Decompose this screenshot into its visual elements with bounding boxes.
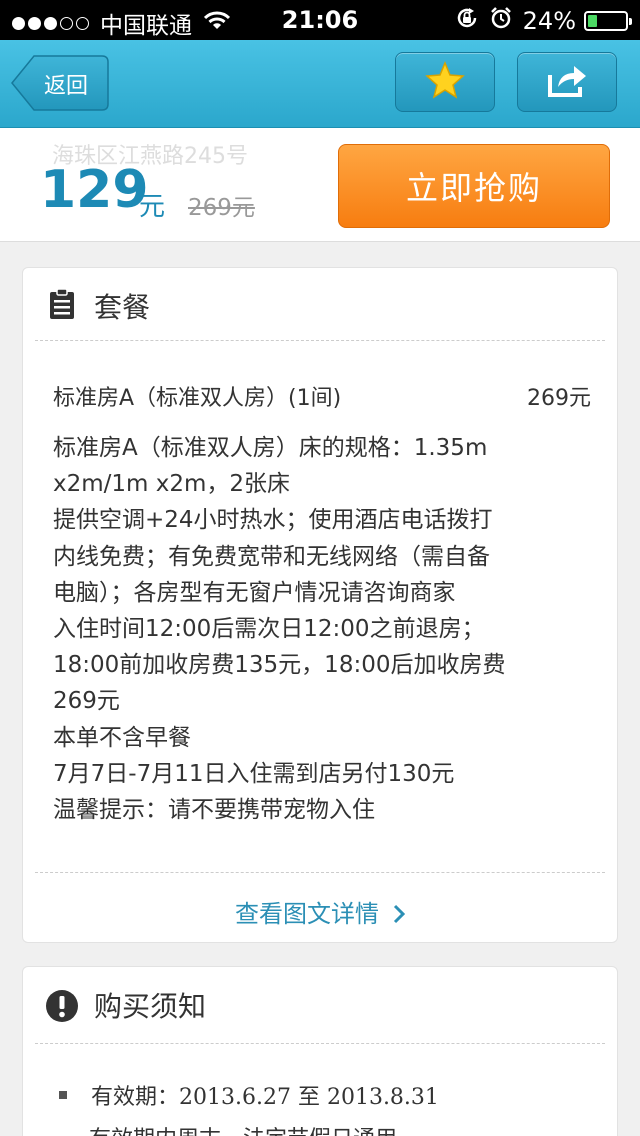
status-right: 24% bbox=[455, 6, 632, 36]
package-card: 套餐 标准房A（标准双人房）(1间) 269元 标准房A（标准双人房）床的规格：… bbox=[22, 267, 618, 943]
validity-text: 有效期：2013.6.27 至 2013.8.31 bbox=[91, 1085, 439, 1110]
buy-now-button[interactable]: 立即抢购 bbox=[338, 144, 610, 228]
view-details-link[interactable]: 查看图文详情 bbox=[23, 894, 617, 930]
package-title: 套餐 bbox=[94, 291, 151, 324]
bullet bbox=[59, 1091, 67, 1099]
package-description: 标准房A（标准双人房）床的规格：1.35m x2m/1m x2m，2张床 提供空… bbox=[53, 430, 598, 828]
divider bbox=[35, 340, 605, 341]
battery-percent: 24% bbox=[522, 7, 576, 35]
description-line: x2m/1m x2m，2张床 bbox=[53, 471, 291, 498]
divider bbox=[35, 1043, 605, 1044]
description-line: 电脑）；各房型有无窗户情况请咨询商家 bbox=[53, 579, 456, 606]
description-line: 标准房A（标准双人房）床的规格：1.35m bbox=[53, 435, 488, 461]
notice-item: 有效期：2013.6.27 至 2013.8.31 bbox=[59, 1079, 439, 1111]
price-bar: 海珠区江燕路245号 129 元 269元 立即抢购 bbox=[0, 128, 640, 242]
description-line: 18:00前加收房费135元，18:00后加收房费 bbox=[53, 652, 506, 679]
view-details-label: 查看图文详情 bbox=[235, 900, 379, 928]
favorite-button[interactable] bbox=[395, 52, 495, 112]
navigation-bar: 返回 bbox=[0, 40, 640, 128]
alarm-icon bbox=[489, 6, 513, 36]
rotation-lock-icon bbox=[455, 6, 479, 36]
battery-icon bbox=[584, 11, 632, 31]
notice-item: 有效期内周末、法定节假日通用 bbox=[89, 1121, 397, 1136]
clipboard-icon bbox=[49, 288, 75, 324]
package-item-price: 269元 bbox=[527, 386, 591, 411]
description-line: 7月7日-7月11日入住需到店另付130元 bbox=[53, 760, 455, 787]
original-price: 269元 bbox=[188, 195, 255, 221]
notice-title: 购买须知 bbox=[94, 990, 207, 1023]
star-icon bbox=[425, 61, 465, 103]
description-line: 温馨提示：请不要携带宠物入住 bbox=[53, 797, 375, 824]
current-price: 129 bbox=[40, 160, 149, 220]
purchase-notice-card: 购买须知 有效期：2013.6.27 至 2013.8.31 有效期内周末、法定… bbox=[22, 966, 618, 1136]
description-line: 本单不含早餐 bbox=[53, 724, 191, 751]
notice-card-header: 购买须知 bbox=[23, 967, 617, 1039]
share-icon bbox=[546, 61, 588, 103]
package-item-name: 标准房A（标准双人房）(1间) bbox=[53, 386, 342, 411]
back-label: 返回 bbox=[44, 74, 89, 99]
status-bar: 中国联通 21:06 24% bbox=[0, 0, 640, 40]
battery-fill bbox=[588, 15, 597, 27]
chevron-right-icon bbox=[393, 902, 406, 930]
share-button[interactable] bbox=[517, 52, 617, 112]
exclamation-icon bbox=[45, 989, 79, 1027]
back-button[interactable]: 返回 bbox=[10, 54, 110, 112]
description-line: 提供空调+24小时热水；使用酒店电话拨打 bbox=[53, 507, 493, 534]
description-line: 269元 bbox=[53, 688, 120, 715]
package-card-header: 套餐 bbox=[23, 268, 617, 340]
description-line: 入住时间12:00后需次日12:00之前退房； bbox=[53, 616, 485, 643]
description-line: 内线免费；有免费宽带和无线网络（需自备 bbox=[53, 543, 490, 570]
divider bbox=[35, 872, 605, 873]
price-unit: 元 bbox=[139, 192, 166, 222]
